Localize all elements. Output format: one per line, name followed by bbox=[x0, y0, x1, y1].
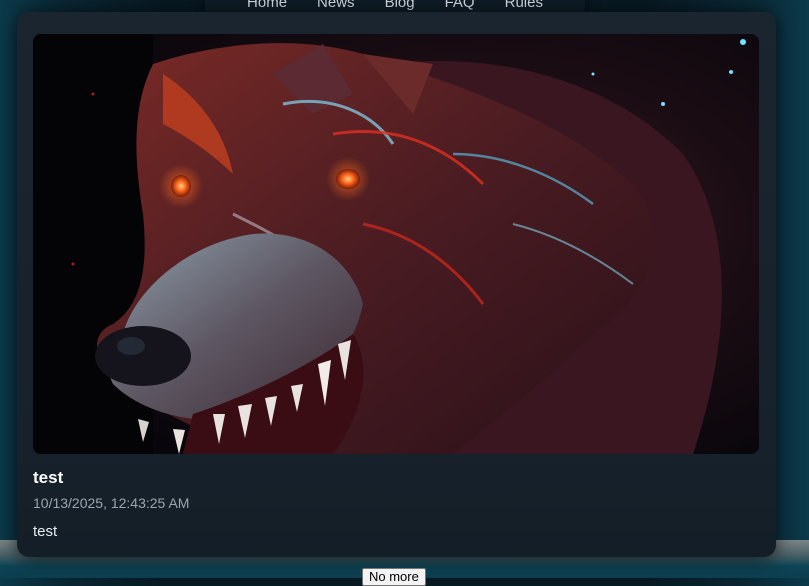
no-more-button[interactable]: No more bbox=[362, 568, 426, 586]
nav-news[interactable]: News bbox=[317, 0, 355, 12]
post-timestamp: 10/13/2025, 12:43:25 AM bbox=[33, 495, 190, 511]
post-body: test bbox=[33, 523, 58, 540]
nav-blog[interactable]: Blog bbox=[385, 0, 415, 12]
post-title: test bbox=[33, 468, 64, 487]
nav-rules[interactable]: Rules bbox=[505, 0, 543, 12]
nav-home[interactable]: Home bbox=[247, 0, 287, 12]
post-card: test 10/13/2025, 12:43:25 AM test bbox=[17, 12, 776, 557]
nav-faq[interactable]: FAQ bbox=[445, 0, 475, 12]
wolf-artwork bbox=[33, 34, 759, 454]
post-image bbox=[33, 34, 759, 454]
